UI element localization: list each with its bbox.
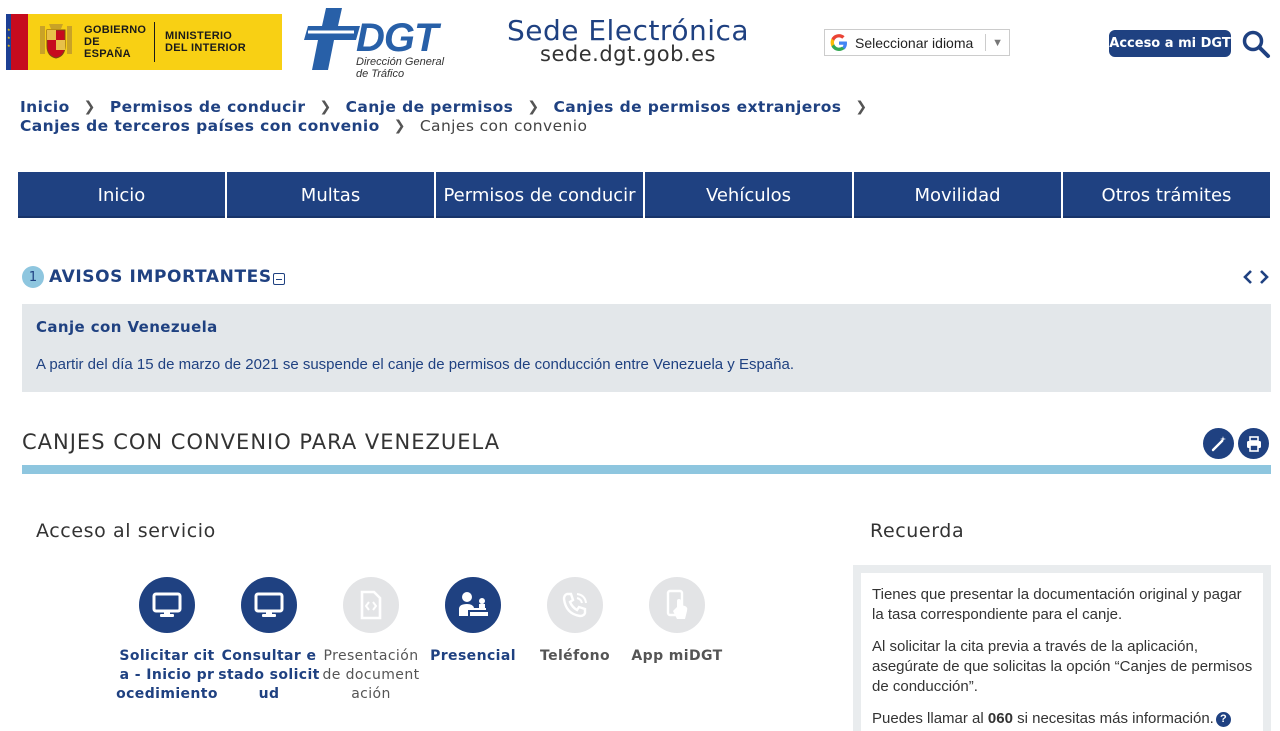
site-header: GOBIERNO DE ESPAÑA MINISTERIO DEL INTERI…: [0, 0, 1280, 90]
chevron-right-icon: ❯: [319, 99, 332, 115]
breadcrumb-canje-de-permisos[interactable]: Canje de permisos: [346, 98, 514, 117]
service-solicitar-cita[interactable]: Solicitar cita - Inicio procedimiento: [116, 577, 218, 704]
breadcrumb-canjes-permisos-extranjeros[interactable]: Canjes de permisos extranjeros: [553, 98, 841, 117]
service-consultar-estado[interactable]: Consultar estado solicitud: [218, 577, 320, 704]
chevron-right-icon: ❯: [393, 118, 406, 134]
breadcrumb-current: Canjes con convenio: [419, 117, 588, 135]
nav-item-multas[interactable]: Multas: [227, 172, 436, 218]
monitor-icon: [152, 592, 182, 617]
eu-flag-icon: [6, 14, 28, 70]
breadcrumb: Inicio ❯ Permisos de conducir ❯ Canje de…: [20, 98, 867, 136]
chevron-right-icon[interactable]: [1258, 269, 1270, 285]
collapse-icon[interactable]: [272, 273, 285, 285]
chevron-right-icon: ❯: [855, 99, 868, 115]
recuerda-paragraph-3: Puedes llamar al 060 si necesitas más in…: [872, 709, 1253, 729]
caret-down-icon: ▼: [985, 34, 1009, 51]
breadcrumb-canjes-terceros-paises[interactable]: Canjes de terceros países con convenio: [20, 117, 380, 136]
monitor-icon: [254, 592, 284, 617]
recuerda-paragraph-2: Al solicitar la cita previa a través de …: [872, 638, 1253, 695]
breadcrumb-inicio[interactable]: Inicio: [20, 98, 70, 117]
nav-item-inicio[interactable]: Inicio: [18, 172, 227, 218]
nav-item-movilidad[interactable]: Movilidad: [854, 172, 1063, 218]
help-icon[interactable]: ?: [1215, 712, 1231, 727]
chevron-right-icon: ❯: [83, 99, 96, 115]
print-button[interactable]: [1238, 428, 1269, 459]
acceso-mi-dgt-button[interactable]: Acceso a mi DGT: [1109, 30, 1231, 57]
service-label: Solicitar cita - Inicio procedimiento: [116, 648, 218, 702]
service-app-midgt: App miDGT: [626, 577, 728, 704]
nav-item-vehiculos[interactable]: Vehículos: [645, 172, 854, 218]
aviso-text: A partir del día 15 de marzo de 2021 se …: [36, 356, 794, 373]
nav-item-permisos-de-conducir[interactable]: Permisos de conducir: [436, 172, 645, 218]
language-select[interactable]: Seleccionar idioma ▼: [824, 29, 1010, 56]
language-select-label: Seleccionar idioma: [855, 34, 974, 51]
service-label: Teléfono: [540, 648, 610, 664]
page-title: CANJES CON CONVENIO PARA VENEZUELA: [22, 430, 501, 454]
section-divider: [22, 465, 1271, 474]
site-url: sede.dgt.gob.es: [540, 42, 716, 66]
mobile-app-icon: [666, 589, 688, 619]
nav-item-otros-tramites[interactable]: Otros trámites: [1063, 172, 1270, 218]
gobierno-text: GOBIERNO DE ESPAÑA: [84, 24, 147, 60]
service-presencial[interactable]: Presencial: [422, 577, 524, 704]
recuerda-title: Recuerda: [870, 520, 965, 542]
acceso-servicio-title: Acceso al servicio: [36, 520, 216, 542]
print-icon: [1246, 435, 1261, 452]
dgt-logo[interactable]: DGT Dirección General de Tráfico: [304, 6, 464, 86]
coat-of-arms-icon: [40, 24, 72, 59]
phone-number: 060: [987, 710, 1013, 727]
service-presentacion-documentacion: Presentación de documentación: [320, 577, 422, 704]
google-icon: [830, 33, 847, 51]
search-icon[interactable]: [1240, 28, 1272, 60]
dgt-wordmark: DGT: [356, 16, 438, 60]
recuerda-box: Tienes que presentar la documentación or…: [853, 565, 1271, 731]
magic-wand-icon: [1211, 435, 1226, 451]
aviso-notice: Canje con Venezuela A partir del día 15 …: [22, 304, 1271, 392]
service-telefono: Teléfono: [524, 577, 626, 704]
service-label: Presentación de documentación: [322, 648, 420, 702]
breadcrumb-permisos-de-conducir[interactable]: Permisos de conducir: [110, 98, 306, 117]
avisos-title: AVISOS IMPORTANTES: [49, 267, 272, 287]
logo-divider: [154, 22, 155, 62]
aviso-title: Canje con Venezuela: [36, 318, 218, 336]
gobierno-logo[interactable]: GOBIERNO DE ESPAÑA MINISTERIO DEL INTERI…: [6, 14, 282, 70]
service-label: Presencial: [430, 648, 516, 664]
dgt-cross-icon: [304, 8, 360, 70]
avisos-count-badge: 1: [22, 266, 44, 288]
service-list: Solicitar cita - Inicio procedimiento Co…: [116, 577, 728, 704]
main-nav: Inicio Multas Permisos de conducir Vehíc…: [18, 172, 1270, 218]
avisos-pager: [1242, 269, 1270, 285]
chevron-left-icon[interactable]: [1242, 269, 1254, 285]
phone-icon: [562, 592, 587, 618]
recuerda-paragraph-1: Tienes que presentar la documentación or…: [872, 586, 1242, 623]
document-icon: [360, 590, 382, 620]
chevron-right-icon: ❯: [527, 99, 540, 115]
magic-wand-button[interactable]: [1203, 428, 1234, 459]
ministerio-text: MINISTERIO DEL INTERIOR: [165, 30, 247, 54]
service-label: Consultar estado solicitud: [218, 648, 320, 702]
person-desk-icon: [459, 592, 488, 616]
dgt-subtitle: Dirección General de Tráfico: [356, 56, 445, 80]
service-label: App miDGT: [631, 648, 723, 664]
avisos-header: 1 AVISOS IMPORTANTES: [22, 264, 1272, 290]
